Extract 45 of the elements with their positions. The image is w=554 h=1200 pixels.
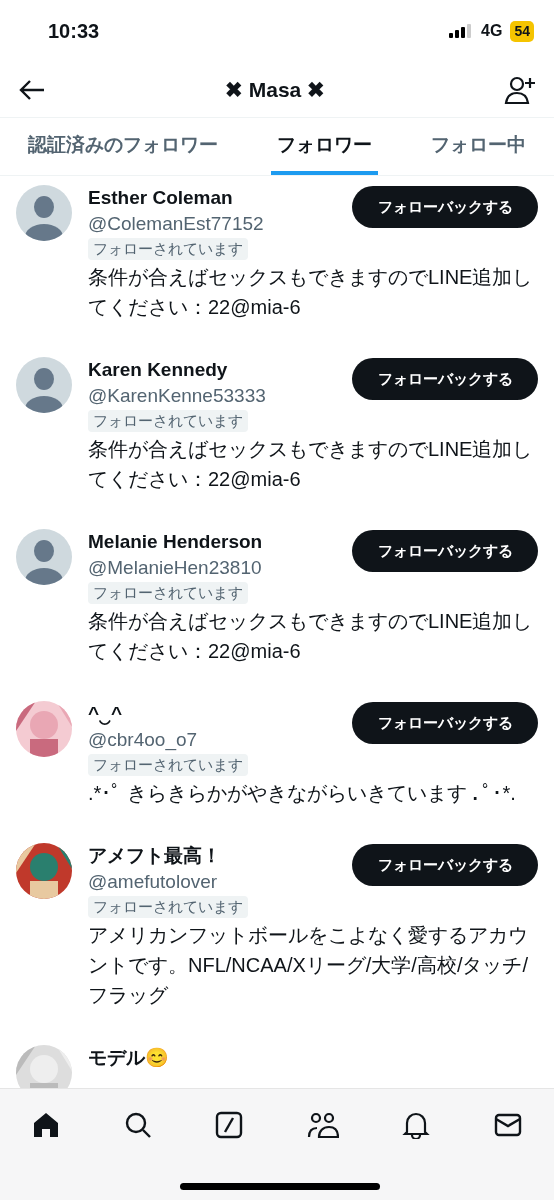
user-bio: .*･ﾟ きらきらかがやきながらいきています .ﾟ･*. <box>88 781 516 806</box>
user-name: ^‿^ <box>88 702 123 726</box>
follow-back-button[interactable]: フォローバックする <box>352 702 538 744</box>
follow-back-button[interactable]: フォローバックする <box>352 844 538 886</box>
user-name: Esther Coleman <box>88 186 233 210</box>
follows-you-badge: フォローされています <box>88 896 248 918</box>
user-handle: @ColemanEst77152 <box>88 212 264 236</box>
profile-title: ✖ Masa ✖ <box>224 76 326 103</box>
back-arrow-icon[interactable] <box>18 77 46 102</box>
people-icon[interactable] <box>306 1111 339 1139</box>
bell-icon[interactable] <box>402 1111 431 1139</box>
search-icon[interactable] <box>123 1111 152 1139</box>
add-person-icon[interactable] <box>504 74 536 105</box>
tab[interactable]: 認証済みのフォロワー <box>28 118 218 175</box>
default-avatar-icon <box>16 529 72 585</box>
user-handle: @amefutolover <box>88 870 218 894</box>
user-bio: アメリカンフットボールをこよなく愛するアカウントです。NFL/NCAA/Xリーグ/大学/高校/タッチ/フラッグ <box>88 923 530 1008</box>
follows-you-badge: フォローされています <box>88 410 248 432</box>
home-icon[interactable] <box>32 1111 60 1139</box>
user-handle: @MelanieHen23810 <box>88 556 262 580</box>
network-label: 4G <box>481 21 503 41</box>
follow-back-button[interactable]: フォローバックする <box>352 186 538 228</box>
signal-icon <box>449 24 474 38</box>
user-name: モデル😊 <box>88 1046 169 1070</box>
user-name: アメフト最高！ <box>88 844 221 868</box>
tab[interactable]: フォロー中 <box>431 118 526 175</box>
user-bio: 条件が合えばセックスもできますのでLINE追加してください：22@mia-6 <box>88 265 534 320</box>
user-bio: 条件が合えばセックスもできますのでLINE追加してください：22@mia-6 <box>88 437 534 492</box>
follows-you-badge: フォローされています <box>88 754 248 776</box>
follows-you-badge: フォローされています <box>88 238 248 260</box>
compose-icon[interactable] <box>215 1111 244 1139</box>
user-handle: @KarenKenne53333 <box>88 384 266 408</box>
follows-you-badge: フォローされています <box>88 582 248 604</box>
tab[interactable]: フォロワー <box>271 118 378 175</box>
mail-icon[interactable] <box>493 1111 522 1139</box>
battery-indicator: 54 <box>510 20 534 42</box>
default-avatar-icon <box>16 185 72 241</box>
follow-back-button[interactable]: フォローバックする <box>352 358 538 400</box>
user-name: Karen Kennedy <box>88 358 228 382</box>
default-avatar-icon <box>16 357 72 413</box>
user-handle: @cbr4oo_o7 <box>88 728 198 753</box>
user-name: Melanie Henderson <box>88 530 263 554</box>
status-time: 10:33 <box>48 19 100 44</box>
user-bio: 条件が合えばセックスもできますのでLINE追加してください：22@mia-6 <box>88 609 534 664</box>
follow-back-button[interactable]: フォローバックする <box>352 530 538 572</box>
